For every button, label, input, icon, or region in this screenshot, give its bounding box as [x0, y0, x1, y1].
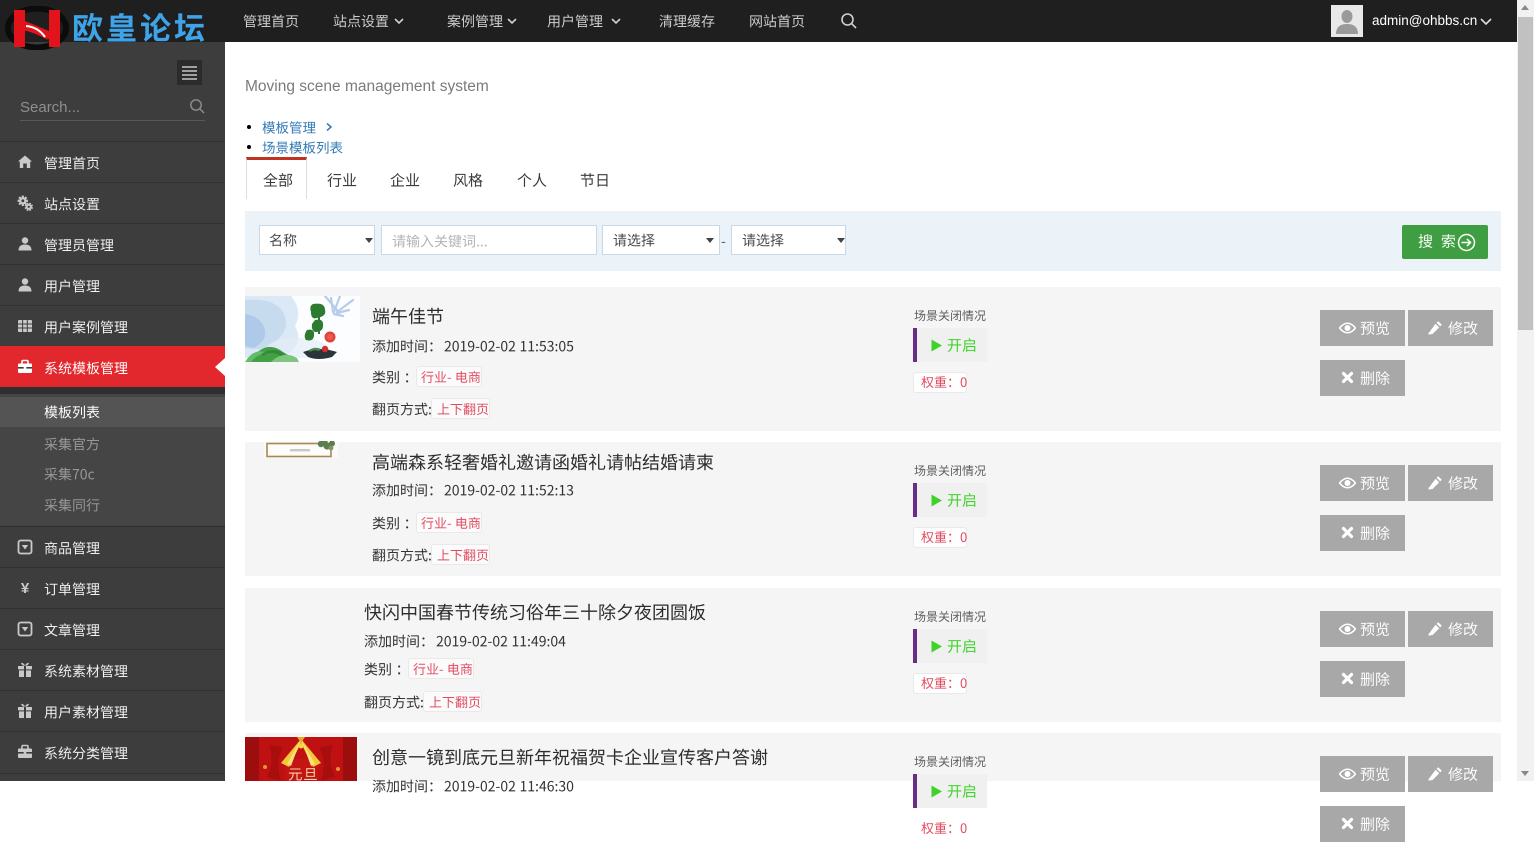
svg-text:¥: ¥ — [21, 580, 30, 596]
